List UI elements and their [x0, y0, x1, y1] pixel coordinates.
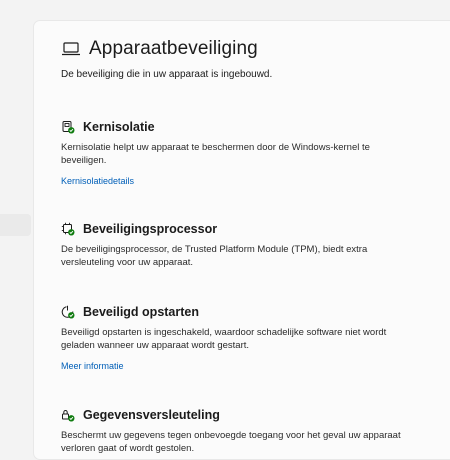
section-secure-boot: Beveiligd opstarten Beveiligd opstarten … [61, 303, 406, 374]
page-title: Apparaatbeveiliging [89, 38, 258, 59]
security-processor-icon [61, 222, 75, 236]
section-description: Kernisolatie helpt uw apparaat te besche… [61, 142, 370, 166]
core-isolation-icon [62, 121, 75, 134]
data-encryption-icon [62, 410, 75, 422]
core-isolation-details-link[interactable]: Kernisolatiedetails [61, 176, 134, 186]
page-subtitle: De beveiliging die in uw apparaat is ing… [61, 69, 273, 80]
section-title: Beveiligd opstarten [83, 305, 199, 319]
laptop-icon [62, 42, 80, 56]
secure-boot-icon [61, 305, 75, 319]
section-description: Beveiligd opstarten is ingeschakeld, waa… [61, 327, 387, 351]
section-description: Beschermt uw gegevens tegen onbevoegde t… [61, 430, 401, 454]
page-header: Apparaatbeveiliging [61, 38, 258, 60]
secure-boot-more-info-link[interactable]: Meer informatie [61, 361, 124, 371]
section-title: Gegevensversleuteling [83, 408, 220, 422]
section-data-encryption: Gegevensversleuteling Beschermt uw gegev… [61, 406, 406, 455]
left-navigation [0, 0, 33, 450]
device-security-panel: Apparaatbeveiliging De beveiliging die i… [33, 20, 450, 460]
nav-selected-item[interactable] [0, 214, 31, 236]
section-security-processor: Beveiligingsprocessor De beveiligingspro… [61, 220, 406, 269]
section-description: De beveiligingsprocessor, de Trusted Pla… [61, 244, 368, 268]
section-core-isolation: Kernisolatie Kernisolatie helpt uw appar… [61, 118, 406, 189]
section-title: Beveiligingsprocessor [83, 222, 218, 236]
section-title: Kernisolatie [83, 120, 155, 134]
